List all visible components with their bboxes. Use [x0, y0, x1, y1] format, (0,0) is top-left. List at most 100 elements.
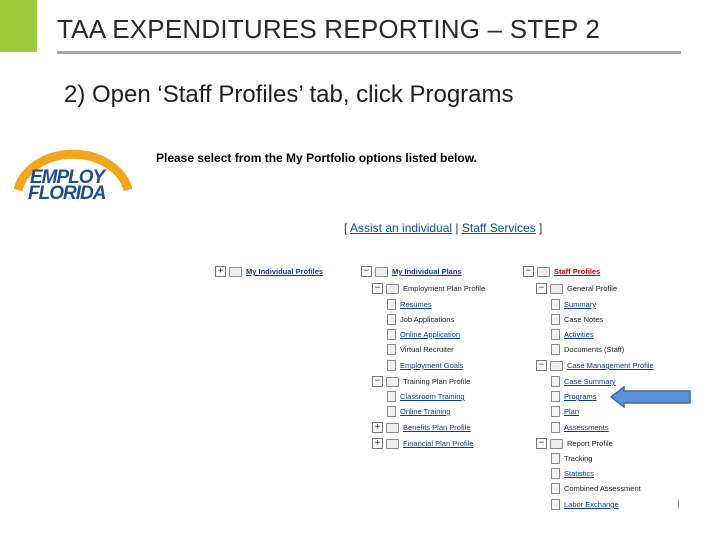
tree-label[interactable]: Employment Goals: [400, 361, 463, 370]
collapse-icon[interactable]: −: [372, 376, 383, 387]
expand-icon[interactable]: +: [215, 266, 226, 277]
collapse-icon[interactable]: −: [372, 283, 383, 294]
document-icon: [551, 329, 560, 340]
tree-item-case-notes[interactable]: Case Notes: [551, 313, 603, 326]
document-icon: [387, 391, 396, 402]
tree-item-online-training[interactable]: Online Training: [387, 405, 450, 418]
tree-label[interactable]: Job Applications: [400, 315, 454, 324]
title-rule: [57, 51, 681, 54]
expand-icon[interactable]: +: [372, 438, 383, 449]
slide-title: TAA EXPENDITURES REPORTING – STEP 2: [57, 14, 601, 44]
tree-label[interactable]: Financial Plan Profile: [403, 439, 473, 448]
tree-label: Employment Plan Profile: [403, 284, 486, 293]
tree-item-activities[interactable]: Activities: [551, 328, 594, 341]
document-icon: [551, 344, 560, 355]
document-icon: [387, 344, 396, 355]
tree-node-general-profile[interactable]: − General Profile: [536, 282, 617, 295]
tree-label: General Profile: [567, 284, 618, 293]
staff-services-link[interactable]: Staff Services: [462, 221, 536, 235]
tree-label[interactable]: Case Summary: [564, 377, 616, 386]
tree-label[interactable]: Programs: [564, 392, 597, 401]
employ-florida-logo: EMPLOY FLORIDA: [14, 146, 132, 206]
tree-node-case-management-profile[interactable]: − Case Management Profile: [536, 359, 654, 372]
tree-item-employment-goals[interactable]: Employment Goals: [387, 359, 463, 372]
tree-label[interactable]: Online Application: [400, 330, 460, 339]
tree-item-case-summary[interactable]: Case Summary: [551, 375, 616, 388]
folder-icon: [386, 422, 399, 433]
tree-label[interactable]: Benefits Plan Profile: [403, 423, 471, 432]
collapse-icon[interactable]: −: [361, 266, 372, 277]
tree-label[interactable]: Virtual Recruiter: [400, 345, 454, 354]
tree-item-classroom-training[interactable]: Classroom Training: [387, 390, 465, 403]
collapse-icon[interactable]: −: [536, 283, 547, 294]
divider: [678, 500, 679, 508]
folder-icon: [386, 283, 399, 294]
tree-item-tracking[interactable]: Tracking: [551, 452, 592, 465]
document-icon: [551, 453, 560, 464]
folder-icon: [550, 283, 563, 294]
tree-label[interactable]: Labor Exchange: [564, 500, 619, 509]
tree-item-statistics[interactable]: Statistics: [551, 467, 594, 480]
collapse-icon[interactable]: −: [523, 266, 534, 277]
tree-node-employment-plan-profile[interactable]: − Employment Plan Profile: [372, 282, 485, 295]
folder-icon: [537, 266, 550, 277]
tree-label[interactable]: Case Management Profile: [567, 361, 654, 370]
tree-label[interactable]: Classroom Training: [400, 392, 465, 401]
close-bracket: ]: [539, 221, 543, 235]
tree-item-plan[interactable]: Plan: [551, 405, 579, 418]
tree-label[interactable]: Statistics: [564, 469, 594, 478]
expand-icon[interactable]: +: [372, 422, 383, 433]
tree-item-documents-staff[interactable]: Documents (Staff): [551, 343, 624, 356]
tree-label[interactable]: Tracking: [564, 454, 592, 463]
tree-item-summary[interactable]: Summary: [551, 298, 596, 311]
tree-label[interactable]: Plan: [564, 407, 579, 416]
left-arrow-callout-icon: [610, 386, 691, 408]
tree-label[interactable]: Combined Assessment: [564, 484, 641, 493]
tree-label[interactable]: Activities: [564, 330, 594, 339]
tree-label[interactable]: Case Notes: [564, 315, 603, 324]
logo-line-2: FLORIDA: [28, 183, 106, 204]
tree-item-combined-assessment[interactable]: Combined Assessment: [551, 482, 641, 495]
folder-icon: [386, 376, 399, 387]
tree-label[interactable]: Assessments: [564, 423, 609, 432]
collapse-icon[interactable]: −: [536, 438, 547, 449]
tree-label[interactable]: Resumes: [400, 300, 432, 309]
tree-label[interactable]: Staff Profiles: [554, 267, 600, 276]
document-icon: [551, 499, 560, 510]
document-icon: [551, 314, 560, 325]
assist-individual-link[interactable]: Assist an individual: [350, 221, 452, 235]
tree-label[interactable]: My Individual Plans: [392, 267, 462, 276]
tree-item-assessments[interactable]: Assessments: [551, 421, 609, 434]
tree-node-my-individual-profiles[interactable]: + My Individual Profiles: [215, 265, 323, 278]
folder-icon: [229, 266, 242, 277]
tree-item-job-applications[interactable]: Job Applications: [387, 313, 454, 326]
tree-node-training-plan-profile[interactable]: − Training Plan Profile: [372, 375, 470, 388]
document-icon: [551, 299, 560, 310]
document-icon: [551, 422, 560, 433]
tree-node-benefits-plan-profile[interactable]: + Benefits Plan Profile: [372, 421, 471, 434]
portfolio-prompt: Please select from the My Portfolio opti…: [156, 151, 477, 165]
open-bracket: [: [344, 221, 348, 235]
tree-item-online-application[interactable]: Online Application: [387, 328, 460, 341]
tree-label[interactable]: My Individual Profiles: [246, 267, 323, 276]
document-icon: [551, 483, 560, 494]
tree-item-labor-exchange[interactable]: Labor Exchange: [551, 498, 619, 511]
folder-icon: [550, 360, 563, 371]
tree-label: Report Profile: [567, 439, 613, 448]
tree-node-report-profile[interactable]: − Report Profile: [536, 437, 613, 450]
tree-item-virtual-recruiter[interactable]: Virtual Recruiter: [387, 343, 454, 356]
tree-item-resumes[interactable]: Resumes: [387, 298, 432, 311]
tree-label[interactable]: Documents (Staff): [564, 345, 624, 354]
tree-label[interactable]: Summary: [564, 300, 596, 309]
tree-node-my-individual-plans[interactable]: − My Individual Plans: [361, 265, 462, 278]
document-icon: [551, 376, 560, 387]
document-icon: [387, 314, 396, 325]
tree-node-staff-profiles[interactable]: − Staff Profiles: [523, 265, 600, 278]
tree-item-programs[interactable]: Programs: [551, 390, 597, 403]
collapse-icon[interactable]: −: [536, 360, 547, 371]
tree-label: Training Plan Profile: [403, 377, 471, 386]
accent-bar: [0, 0, 37, 52]
tree-node-financial-plan-profile[interactable]: + Financial Plan Profile: [372, 437, 473, 450]
document-icon: [387, 406, 396, 417]
tree-label[interactable]: Online Training: [400, 407, 450, 416]
